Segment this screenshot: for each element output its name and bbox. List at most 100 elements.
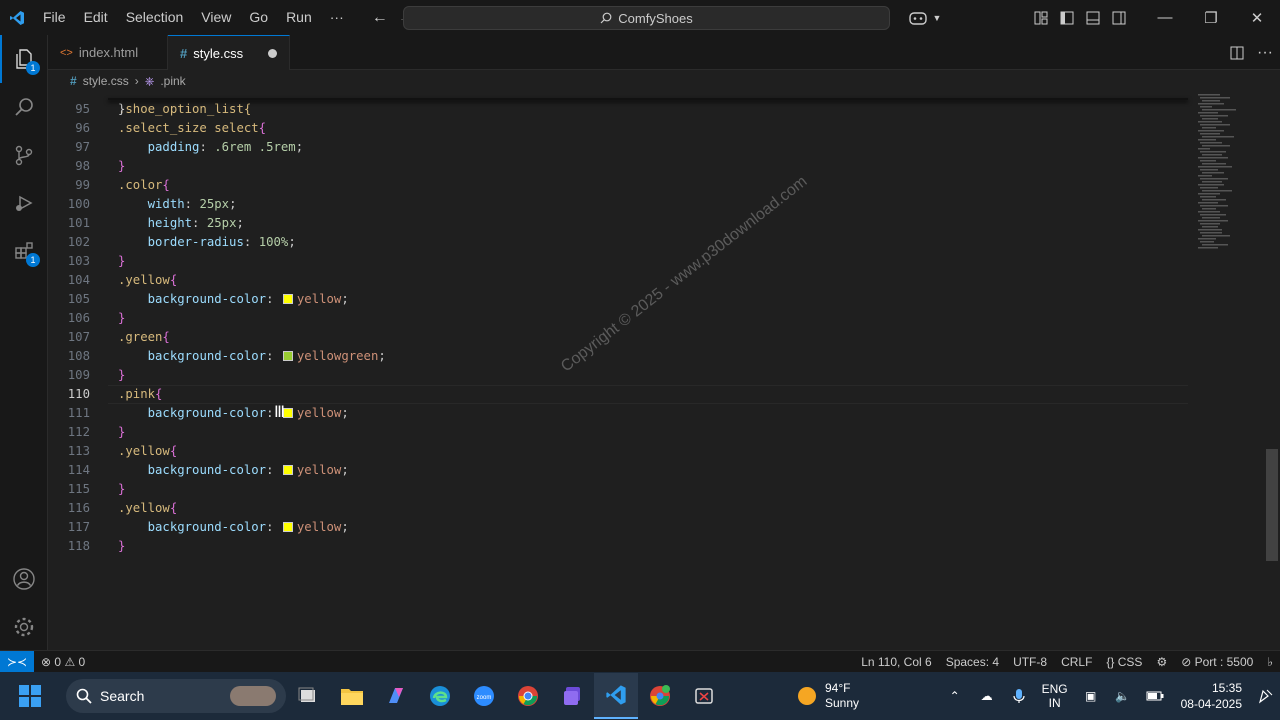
code-line[interactable]: 104 .yellow{ bbox=[48, 271, 1188, 290]
code-line[interactable]: 111 background-color: yellow; bbox=[48, 404, 1188, 423]
copilot-status-icon[interactable]: ⚙ bbox=[1149, 655, 1174, 669]
edge-icon[interactable] bbox=[418, 672, 462, 720]
tab-index-html[interactable]: <> index.html bbox=[48, 35, 168, 70]
stack-app-icon[interactable] bbox=[550, 672, 594, 720]
live-server-port[interactable]: ⊘ Port : 5500 bbox=[1174, 655, 1260, 669]
source-control-icon[interactable] bbox=[0, 131, 48, 179]
cursor-position[interactable]: Ln 110, Col 6 bbox=[854, 655, 939, 669]
windows-start-icon[interactable] bbox=[0, 672, 60, 720]
toggle-panel-icon[interactable] bbox=[1080, 0, 1106, 35]
code-line[interactable]: 112} bbox=[48, 423, 1188, 442]
minimap-line bbox=[1200, 169, 1218, 171]
restore-button[interactable]: ❐ bbox=[1188, 0, 1234, 35]
code-line[interactable]: 113 .yellow{ bbox=[48, 442, 1188, 461]
encoding[interactable]: UTF-8 bbox=[1006, 655, 1054, 669]
minimap-line bbox=[1198, 238, 1216, 240]
code-line[interactable]: 98} bbox=[48, 157, 1188, 176]
tab-style-css[interactable]: # style.css bbox=[168, 35, 290, 70]
code-editor[interactable]: .shoe_option_list{ 95} 96 .select_size sel… bbox=[48, 92, 1280, 650]
color-swatch[interactable] bbox=[282, 465, 293, 475]
snipping-tool-icon[interactable] bbox=[682, 672, 726, 720]
task-view-icon[interactable] bbox=[286, 672, 330, 720]
code-line[interactable]: 99 .color{ bbox=[48, 176, 1188, 195]
code-line[interactable]: 110 .pink{ bbox=[48, 385, 1188, 404]
language-indicator[interactable]: ENG IN bbox=[1035, 672, 1075, 720]
menu-go[interactable]: Go bbox=[240, 0, 277, 35]
language-mode[interactable]: {} CSS bbox=[1099, 655, 1149, 669]
chevron-up-icon[interactable]: ⌃ bbox=[939, 672, 971, 720]
color-swatch[interactable] bbox=[282, 351, 293, 361]
microphone-icon[interactable] bbox=[1003, 672, 1035, 720]
code-line[interactable]: 105 background-color: yellow; bbox=[48, 290, 1188, 309]
breadcrumb-file[interactable]: style.css bbox=[83, 74, 129, 88]
split-editor-icon[interactable] bbox=[1224, 35, 1250, 70]
extensions-icon[interactable]: 1 bbox=[0, 227, 48, 275]
code-line[interactable]: 115} bbox=[48, 480, 1188, 499]
battery-icon[interactable] bbox=[1139, 672, 1171, 720]
explorer-icon[interactable]: 1 bbox=[0, 35, 48, 83]
chrome-icon[interactable] bbox=[506, 672, 550, 720]
color-swatch[interactable] bbox=[282, 522, 293, 532]
problems-indicator[interactable]: ⊗ 0 ⚠ 0 bbox=[34, 655, 92, 669]
code-line[interactable]: 116 .yellow{ bbox=[48, 499, 1188, 518]
menu-selection[interactable]: Selection bbox=[117, 0, 193, 35]
minimap-line bbox=[1200, 205, 1228, 207]
breadcrumb: # style.css › ⎈ .pink bbox=[48, 70, 1280, 92]
code-line[interactable]: 114 background-color: yellow; bbox=[48, 461, 1188, 480]
menu-view[interactable]: View bbox=[192, 0, 240, 35]
indentation[interactable]: Spaces: 4 bbox=[939, 655, 1006, 669]
code-line[interactable]: 109} bbox=[48, 366, 1188, 385]
minimize-button[interactable]: — bbox=[1142, 0, 1188, 35]
code-line[interactable]: 118} bbox=[48, 537, 1188, 556]
command-center[interactable]: ComfyShoes bbox=[403, 6, 890, 30]
breadcrumb-symbol[interactable]: .pink bbox=[160, 74, 185, 88]
taskbar-search[interactable]: Search bbox=[66, 679, 286, 713]
vertical-scrollbar[interactable] bbox=[1266, 449, 1278, 561]
copilot-app-icon[interactable] bbox=[374, 672, 418, 720]
more-actions-icon[interactable]: ··· bbox=[1250, 35, 1280, 70]
clock[interactable]: 15:35 08-04-2025 bbox=[1171, 680, 1252, 712]
accounts-icon[interactable] bbox=[0, 555, 48, 603]
code-text: } bbox=[118, 423, 125, 442]
toggle-sidebar-icon[interactable] bbox=[1054, 0, 1080, 35]
menu-run[interactable]: Run bbox=[277, 0, 321, 35]
volume-icon[interactable]: 🔈 bbox=[1107, 672, 1139, 720]
code-token: ; bbox=[341, 520, 349, 534]
code-line[interactable]: 95} bbox=[48, 100, 1188, 119]
run-debug-icon[interactable] bbox=[0, 179, 48, 227]
chrome-profile-icon[interactable] bbox=[638, 672, 682, 720]
notifications-icon[interactable] bbox=[1252, 672, 1280, 720]
menu-more[interactable]: ··· bbox=[321, 0, 353, 35]
line-number: 105 bbox=[67, 292, 90, 306]
color-swatch[interactable] bbox=[282, 294, 293, 304]
remote-icon[interactable]: ≻≺ bbox=[0, 650, 34, 673]
zoom-icon[interactable]: zoom bbox=[462, 672, 506, 720]
unsaved-dot-icon[interactable] bbox=[268, 48, 277, 58]
code-line[interactable]: 117 background-color: yellow; bbox=[48, 518, 1188, 537]
code-line[interactable]: 108 background-color: yellowgreen; bbox=[48, 347, 1188, 366]
code-line[interactable]: 97 padding: .6rem .5rem; bbox=[48, 138, 1188, 157]
chevron-down-icon[interactable]: ▼ bbox=[924, 0, 950, 35]
menu-file[interactable]: File bbox=[34, 0, 75, 35]
vscode-taskbar-icon[interactable] bbox=[594, 673, 638, 719]
code-line[interactable]: 101 height: 25px; bbox=[48, 214, 1188, 233]
manage-gear-icon[interactable] bbox=[0, 603, 48, 651]
code-line[interactable]: 100 width: 25px; bbox=[48, 195, 1188, 214]
back-arrow-icon[interactable]: ← bbox=[367, 9, 393, 27]
code-line[interactable]: 103} bbox=[48, 252, 1188, 271]
end-of-line[interactable]: CRLF bbox=[1054, 655, 1099, 669]
onedrive-cloud-icon[interactable]: ☁ bbox=[971, 672, 1003, 720]
close-button[interactable]: ✕ bbox=[1234, 0, 1280, 35]
code-line[interactable]: 102 border-radius: 100%; bbox=[48, 233, 1188, 252]
search-icon[interactable] bbox=[0, 83, 48, 131]
customize-layout-icon[interactable] bbox=[1028, 0, 1054, 35]
menu-edit[interactable]: Edit bbox=[75, 0, 117, 35]
minimap[interactable] bbox=[1188, 92, 1268, 650]
network-icon[interactable]: ▣ bbox=[1075, 672, 1107, 720]
file-explorer-icon[interactable] bbox=[330, 672, 374, 720]
notifications-bell-icon[interactable]: ♭ bbox=[1260, 655, 1280, 669]
css-hash-icon: # bbox=[180, 45, 188, 61]
code-line[interactable]: 96 .select_size select{ bbox=[48, 119, 1188, 138]
toggle-secondary-sidebar-icon[interactable] bbox=[1106, 0, 1132, 35]
weather-widget[interactable]: 94°F Sunny bbox=[795, 672, 859, 720]
